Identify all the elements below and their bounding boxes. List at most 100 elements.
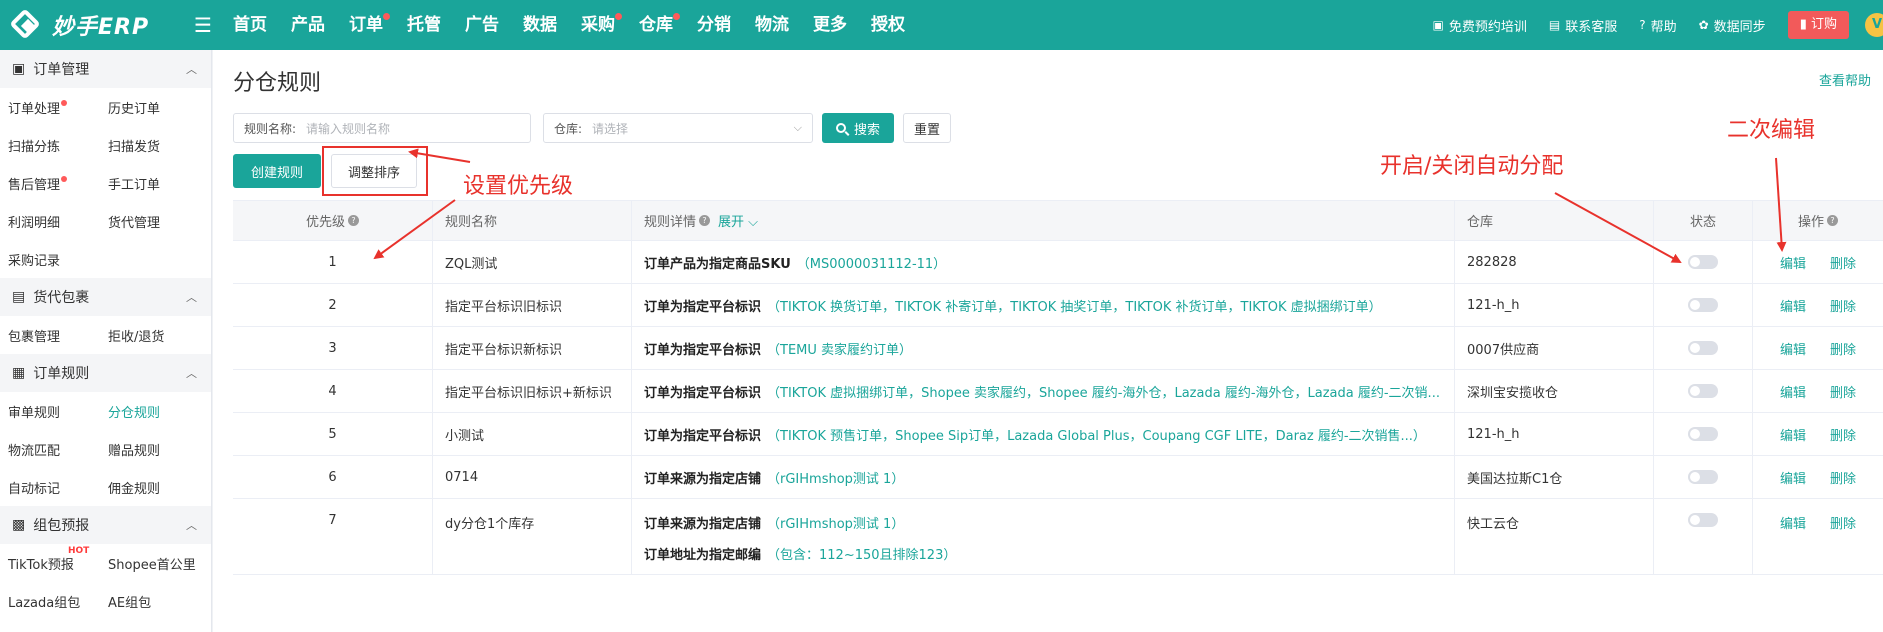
delete-button[interactable]: 删除 bbox=[1830, 425, 1856, 444]
sidebar-item[interactable]: Lazada组包 bbox=[0, 592, 100, 611]
delete-button[interactable]: 删除 bbox=[1830, 296, 1856, 315]
th-detail: 规则详情? 展开 ⌵ bbox=[632, 201, 1455, 240]
nav-item-5[interactable]: 数据 bbox=[511, 0, 569, 50]
auto-assign-toggle[interactable] bbox=[1688, 255, 1718, 269]
cell-warehouse: 快工云仓 bbox=[1455, 499, 1654, 574]
rules-table: 优先级? 规则名称 规则详情? 展开 ⌵ 仓库 状态 操作? 1 ZQL测试 订单产品… bbox=[233, 200, 1883, 575]
sidebar-row: 利润明细 货代管理 bbox=[0, 202, 211, 240]
rules-icon: ▦ bbox=[12, 365, 26, 381]
sidebar-item[interactable]: 自动标记 bbox=[0, 478, 100, 497]
annotation-edit-again: 二次编辑 bbox=[1727, 118, 1816, 143]
nav-item-8[interactable]: 分销 bbox=[685, 0, 743, 50]
service-link[interactable]: ▤ 联系客服 bbox=[1549, 16, 1617, 35]
sidebar-item[interactable]: 手工订单 bbox=[100, 174, 200, 193]
avatar[interactable]: V bbox=[1865, 13, 1883, 37]
sidebar-item[interactable]: 分仓规则 bbox=[100, 402, 200, 421]
sidebar-group-0[interactable]: ▣ 订单管理 ︿ bbox=[0, 50, 211, 88]
chevron-up-icon: ︿ bbox=[186, 63, 197, 76]
sidebar-group-3[interactable]: ▩ 组包预报 ︿ bbox=[0, 506, 211, 544]
nav-item-7[interactable]: 仓库 bbox=[627, 0, 685, 50]
auto-assign-toggle[interactable] bbox=[1688, 427, 1718, 441]
cell-warehouse: 282828 bbox=[1455, 241, 1654, 283]
sidebar-row: 采购记录 bbox=[0, 240, 211, 278]
edit-button[interactable]: 编辑 bbox=[1780, 468, 1806, 487]
expand-toggle[interactable]: 展开 ⌵ bbox=[718, 211, 758, 230]
nav-item-6[interactable]: 采购 bbox=[569, 0, 627, 50]
logo[interactable]: 妙手ERP bbox=[0, 0, 185, 50]
rule-name-filter[interactable]: 规则名称: 请输入规则名称 bbox=[233, 113, 531, 143]
rule-condition: 订单地址为指定邮编 （包含：112~150且排除123） bbox=[644, 547, 957, 563]
delete-button[interactable]: 删除 bbox=[1830, 339, 1856, 358]
help-link-top[interactable]: ? 帮助 bbox=[1639, 16, 1676, 35]
sidebar-item[interactable]: 包裹管理 bbox=[0, 326, 100, 345]
auto-assign-toggle[interactable] bbox=[1688, 513, 1718, 527]
rule-name-input[interactable]: 请输入规则名称 bbox=[306, 120, 390, 137]
sidebar-item[interactable]: TikTok预报 HOT bbox=[0, 546, 100, 573]
order-button[interactable]: ▮ 订购 bbox=[1787, 11, 1849, 39]
view-help-link[interactable]: 查看帮助 bbox=[1819, 70, 1871, 89]
sidebar-item[interactable]: 货代管理 bbox=[100, 212, 200, 231]
search-button[interactable]: 搜索 bbox=[822, 113, 894, 143]
nav-item-1[interactable]: 产品 bbox=[279, 0, 337, 50]
sidebar-item[interactable]: 利润明细 bbox=[0, 212, 100, 231]
auto-assign-toggle[interactable] bbox=[1688, 384, 1718, 398]
notification-dot bbox=[615, 13, 622, 20]
nav-item-0[interactable]: 首页 bbox=[221, 0, 279, 50]
warehouse-select[interactable]: 仓库: 请选择 ⌵ bbox=[543, 113, 813, 143]
sidebar-row: 审单规则 分仓规则 bbox=[0, 392, 211, 430]
sidebar-item[interactable]: 审单规则 bbox=[0, 402, 100, 421]
th-status: 状态 bbox=[1654, 201, 1753, 240]
delete-button[interactable]: 删除 bbox=[1830, 513, 1856, 532]
monitor-icon: ▣ bbox=[1432, 18, 1444, 32]
cell-status bbox=[1654, 456, 1753, 498]
help-circle-icon[interactable]: ? bbox=[348, 215, 359, 226]
sidebar-item[interactable]: AE组包 bbox=[100, 592, 200, 611]
nav-item-10[interactable]: 更多 bbox=[801, 0, 859, 50]
create-rule-button[interactable]: 创建规则 bbox=[233, 154, 321, 188]
sidebar-item[interactable]: 扫描发货 bbox=[100, 136, 200, 155]
auto-assign-toggle[interactable] bbox=[1688, 298, 1718, 312]
sidebar-row: 订单处理 历史订单 bbox=[0, 88, 211, 126]
cell-warehouse: 0007供应商 bbox=[1455, 327, 1654, 369]
edit-button[interactable]: 编辑 bbox=[1780, 339, 1806, 358]
sidebar-group-2[interactable]: ▦ 订单规则 ︿ bbox=[0, 354, 211, 392]
nav-item-4[interactable]: 广告 bbox=[453, 0, 511, 50]
sidebar-group-1[interactable]: ▤ 货代包裹 ︿ bbox=[0, 278, 211, 316]
nav-item-11[interactable]: 授权 bbox=[859, 0, 917, 50]
cell-name: ZQL测试 bbox=[433, 241, 632, 283]
delete-button[interactable]: 删除 bbox=[1830, 253, 1856, 272]
edit-button[interactable]: 编辑 bbox=[1780, 296, 1806, 315]
nav-item-2[interactable]: 订单 bbox=[337, 0, 395, 50]
cell-detail: 订单产品为指定商品SKU （MS0000031112-11） bbox=[632, 241, 1455, 283]
sidebar-item[interactable]: 采购记录 bbox=[0, 250, 100, 269]
reset-button[interactable]: 重置 bbox=[903, 113, 951, 143]
nav-item-3[interactable]: 托管 bbox=[395, 0, 453, 50]
cell-warehouse: 深圳宝安揽收仓 bbox=[1455, 370, 1654, 412]
sidebar-item[interactable]: 售后管理 bbox=[0, 174, 100, 193]
delete-button[interactable]: 删除 bbox=[1830, 468, 1856, 487]
sidebar-item[interactable]: 佣金规则 bbox=[100, 478, 200, 497]
sidebar-item[interactable]: 拒收/退货 bbox=[100, 326, 200, 345]
sidebar-item[interactable]: 赠品规则 bbox=[100, 440, 200, 459]
nav-item-9[interactable]: 物流 bbox=[743, 0, 801, 50]
sync-link[interactable]: ✿ 数据同步 bbox=[1699, 16, 1766, 35]
edit-button[interactable]: 编辑 bbox=[1780, 253, 1806, 272]
menu-toggle-icon[interactable]: ☰ bbox=[185, 13, 221, 37]
sidebar-item[interactable]: 物流匹配 bbox=[0, 440, 100, 459]
sidebar-item[interactable]: Shopee首公里 bbox=[100, 554, 200, 573]
help-circle-icon[interactable]: ? bbox=[699, 215, 711, 226]
auto-assign-toggle[interactable] bbox=[1688, 470, 1718, 484]
sidebar-item[interactable]: 历史订单 bbox=[100, 98, 200, 117]
notification-dot bbox=[383, 13, 390, 20]
logo-text: 妙手ERP bbox=[52, 15, 150, 40]
table-row: 6 0714 订单来源为指定店铺 （rGIHmshop测试 1） 美国达拉斯C1仓 编辑 删… bbox=[233, 456, 1883, 499]
edit-button[interactable]: 编辑 bbox=[1780, 513, 1806, 532]
training-link[interactable]: ▣ 免费预约培训 bbox=[1433, 16, 1527, 35]
auto-assign-toggle[interactable] bbox=[1688, 341, 1718, 355]
edit-button[interactable]: 编辑 bbox=[1780, 425, 1806, 444]
delete-button[interactable]: 删除 bbox=[1830, 382, 1856, 401]
sidebar-item[interactable]: 订单处理 bbox=[0, 98, 100, 117]
edit-button[interactable]: 编辑 bbox=[1780, 382, 1806, 401]
help-circle-icon[interactable]: ? bbox=[1827, 215, 1838, 226]
sidebar-item[interactable]: 扫描分拣 bbox=[0, 136, 100, 155]
